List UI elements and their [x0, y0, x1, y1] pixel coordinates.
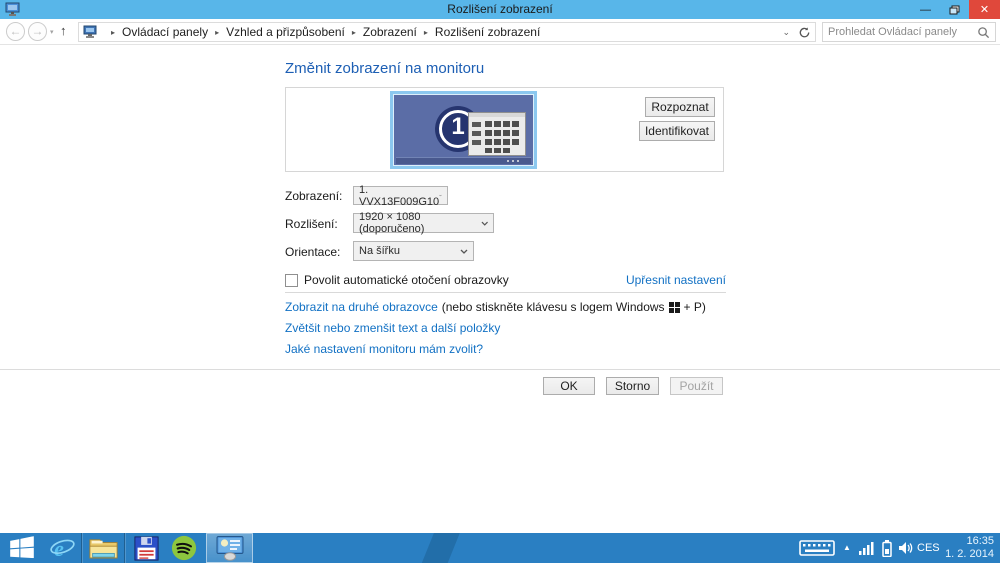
chevron-down-icon: [439, 194, 442, 197]
monitor-preview-box: 1 Rozpoznat Identifikovat: [285, 87, 724, 172]
display-label: Zobrazení:: [285, 189, 343, 203]
chevron-down-icon: [460, 249, 468, 254]
section-divider: [285, 292, 726, 293]
screen: Rozlišení zobrazení — ✕ ← → ▾ ↑ ▸ Ovláda…: [0, 0, 1000, 563]
breadcrumb-arrow-icon: ▸: [215, 27, 220, 37]
allow-rotation-checkbox[interactable]: [285, 274, 298, 287]
close-button[interactable]: ✕: [969, 0, 1000, 19]
project-hint-pre: (nebo stiskněte klávesu s logem Windows: [441, 300, 665, 314]
apply-button[interactable]: Použít: [670, 377, 723, 395]
breadcrumb-arrow-icon: ▸: [423, 27, 428, 37]
window-title: Rozlišení zobrazení: [447, 2, 553, 16]
back-button[interactable]: ←: [6, 22, 25, 41]
internet-explorer-icon: e: [49, 536, 75, 561]
computer-icon: [83, 25, 97, 38]
resolution-label: Rozlišení:: [285, 217, 338, 231]
svg-text:e: e: [54, 536, 64, 561]
volume-icon: [898, 542, 912, 554]
up-button[interactable]: ↑: [60, 23, 67, 38]
taskbar-save-app[interactable]: [127, 533, 165, 563]
identify-button[interactable]: Identifikovat: [639, 121, 715, 141]
page-title: Změnit zobrazení na monitoru: [285, 60, 485, 77]
wallpaper-stripe: [419, 533, 461, 563]
orientation-label: Orientace:: [285, 245, 341, 259]
orientation-select-value: Na šířku: [359, 245, 400, 257]
volume-button[interactable]: [895, 533, 915, 563]
display-select[interactable]: 1. VVX13F009G10: [353, 183, 448, 208]
network-button[interactable]: [856, 533, 878, 563]
breadcrumb-display[interactable]: Zobrazení: [363, 25, 417, 39]
resolution-select[interactable]: 1920 × 1080 (doporučeno): [353, 211, 494, 235]
keyboard-icon: [799, 540, 835, 556]
tray-chevron-icon[interactable]: ▲: [843, 543, 851, 552]
breadcrumb-control-panel[interactable]: Ovládací panely: [122, 25, 208, 39]
address-dropdown-icon[interactable]: ⌄: [782, 27, 790, 38]
floppy-disk-icon: [133, 535, 159, 561]
address-bar[interactable]: ▸ Ovládací panely ▸ Vzhled a přizpůsoben…: [78, 22, 816, 42]
breadcrumb-screen-resolution[interactable]: Rozlišení zobrazení: [435, 25, 540, 39]
taskbar-separator: [81, 533, 82, 563]
refresh-icon[interactable]: [798, 26, 811, 39]
monitor-help-link[interactable]: Jaké nastavení monitoru mám zvolit?: [285, 342, 483, 356]
history-chevron-icon[interactable]: ▾: [50, 28, 54, 36]
titlebar: Rozlišení zobrazení — ✕: [0, 0, 1000, 19]
windows-logo-icon: [668, 301, 680, 313]
taskbar-separator: [124, 533, 125, 563]
toolbar: ← → ▾ ↑ ▸ Ovládací panely ▸ Vzhled a při…: [0, 19, 1000, 45]
start-screen-thumbnail-icon: [468, 112, 526, 156]
search-icon[interactable]: [977, 26, 990, 39]
monitor-1-preview[interactable]: 1: [390, 91, 537, 169]
project-second-screen-link[interactable]: Zobrazit na druhé obrazovce: [285, 300, 438, 314]
ok-button[interactable]: OK: [543, 377, 595, 395]
taskbar: e ▲ CES 16:35 1. 2. 2014: [0, 533, 1000, 563]
search-box: [822, 22, 996, 42]
search-input[interactable]: [828, 26, 977, 38]
taskbar-screen-resolution-active[interactable]: [206, 533, 253, 563]
allow-rotation-label: Povolit automatické otočení obrazovky: [304, 273, 509, 287]
clock[interactable]: 16:35 1. 2. 2014: [924, 535, 994, 561]
orientation-select[interactable]: Na šířku: [353, 241, 474, 261]
monitor-menu-dots: [517, 160, 519, 162]
start-icon: [10, 536, 34, 559]
spotify-icon: [171, 535, 197, 561]
network-signal-icon: [859, 541, 874, 555]
breadcrumb-arrow-icon: ▸: [111, 27, 116, 37]
battery-icon: [882, 539, 892, 557]
display-select-value: 1. VVX13F009G10: [359, 183, 440, 208]
advanced-settings-link[interactable]: Upřesnit nastavení: [626, 273, 726, 287]
folder-icon: [88, 539, 118, 559]
start-button[interactable]: [0, 533, 44, 563]
text-size-link[interactable]: Zvětšit nebo zmenšit text a další položk…: [285, 321, 500, 335]
display-settings-icon: [216, 536, 243, 561]
monitor-taskbar-strip: [396, 157, 531, 164]
project-hint-post: + P): [683, 300, 706, 314]
tray-date: 1. 2. 2014: [945, 548, 994, 560]
battery-button[interactable]: [878, 533, 896, 563]
breadcrumb-arrow-icon: ▸: [351, 27, 356, 37]
touch-keyboard-button[interactable]: [796, 533, 838, 563]
forward-button[interactable]: →: [28, 22, 47, 41]
taskbar-internet-explorer[interactable]: e: [44, 533, 80, 563]
cancel-button[interactable]: Storno: [606, 377, 659, 395]
restore-button[interactable]: [940, 0, 969, 19]
tray-time: 16:35: [966, 535, 994, 547]
restore-icon: [949, 5, 960, 14]
minimize-button[interactable]: —: [911, 0, 940, 19]
chevron-down-icon: [481, 221, 488, 226]
taskbar-spotify[interactable]: [165, 533, 203, 563]
footer-divider: [0, 369, 1000, 370]
detect-button[interactable]: Rozpoznat: [645, 97, 715, 117]
resolution-select-value: 1920 × 1080 (doporučeno): [359, 211, 425, 235]
breadcrumb-appearance[interactable]: Vzhled a přizpůsobení: [226, 25, 345, 39]
taskbar-file-explorer[interactable]: [84, 533, 122, 563]
